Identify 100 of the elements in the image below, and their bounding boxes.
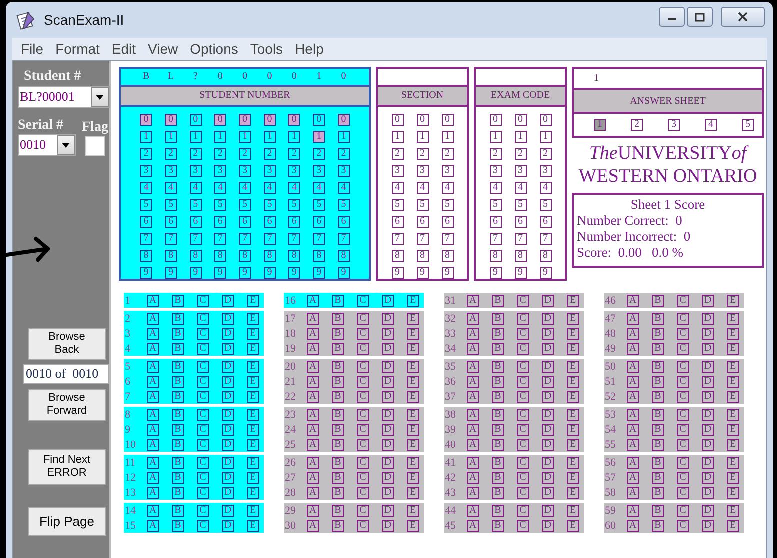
choice-bubble[interactable]: B (492, 520, 504, 532)
digit-bubble[interactable]: 0 (313, 114, 326, 126)
choice-bubble[interactable]: E (407, 312, 419, 324)
digit-bubble[interactable]: 6 (442, 216, 454, 228)
choice-bubble[interactable]: D (382, 424, 394, 436)
choice-bubble[interactable]: C (357, 342, 369, 354)
choice-bubble[interactable]: C (197, 456, 209, 468)
choice-bubble[interactable]: B (332, 472, 344, 484)
choice-bubble[interactable]: C (357, 376, 369, 388)
choice-bubble[interactable]: C (197, 342, 209, 354)
digit-bubble[interactable]: 5 (442, 199, 454, 211)
digit-bubble[interactable]: 0 (338, 114, 350, 126)
digit-bubble[interactable]: 7 (416, 233, 428, 245)
choice-bubble[interactable]: A (307, 390, 319, 402)
choice-bubble[interactable]: C (677, 504, 689, 516)
choice-bubble[interactable]: B (172, 376, 184, 388)
choice-bubble[interactable]: D (382, 376, 394, 388)
choice-bubble[interactable]: D (542, 360, 554, 372)
digit-bubble[interactable]: 7 (214, 233, 226, 245)
choice-bubble[interactable]: D (382, 312, 394, 324)
choice-bubble[interactable]: E (567, 456, 579, 468)
digit-bubble[interactable]: 8 (288, 250, 300, 262)
choice-bubble[interactable]: D (702, 312, 714, 324)
choice-bubble[interactable]: E (407, 486, 419, 498)
choice-bubble[interactable]: B (652, 328, 664, 340)
digit-bubble[interactable]: 0 (214, 114, 226, 126)
digit-bubble[interactable]: 2 (264, 148, 276, 160)
choice-bubble[interactable]: C (517, 438, 529, 450)
choice-bubble[interactable]: C (677, 472, 689, 484)
choice-bubble[interactable]: B (492, 504, 504, 516)
choice-bubble[interactable]: A (147, 294, 159, 306)
choice-bubble[interactable]: E (407, 504, 419, 516)
choice-bubble[interactable]: E (247, 438, 259, 450)
digit-bubble[interactable]: 3 (416, 165, 428, 177)
choice-bubble[interactable]: B (332, 486, 344, 498)
choice-bubble[interactable]: E (567, 472, 579, 484)
menu-item[interactable]: Format (50, 41, 106, 57)
digit-bubble[interactable]: 4 (490, 182, 502, 194)
digit-bubble[interactable]: 4 (190, 182, 202, 194)
choice-bubble[interactable]: B (652, 376, 664, 388)
choice-bubble[interactable]: E (407, 390, 419, 402)
digit-bubble[interactable]: 4 (392, 182, 404, 194)
digit-bubble[interactable]: 8 (140, 250, 152, 262)
choice-bubble[interactable]: E (247, 342, 259, 354)
choice-bubble[interactable]: A (627, 312, 639, 324)
digit-bubble[interactable]: 1 (239, 131, 251, 143)
choice-bubble[interactable]: B (492, 424, 504, 436)
choice-bubble[interactable]: C (197, 472, 209, 484)
digit-bubble[interactable]: 0 (490, 114, 502, 126)
choice-bubble[interactable]: B (652, 342, 664, 354)
choice-bubble[interactable]: E (727, 504, 739, 516)
digit-bubble[interactable]: 0 (442, 114, 454, 126)
choice-bubble[interactable]: C (197, 438, 209, 450)
digit-bubble[interactable]: 2 (288, 148, 300, 160)
choice-bubble[interactable]: E (247, 456, 259, 468)
choice-bubble[interactable]: D (542, 328, 554, 340)
digit-bubble[interactable]: 1 (190, 131, 202, 143)
choice-bubble[interactable]: A (147, 486, 159, 498)
choice-bubble[interactable]: B (492, 294, 504, 306)
choice-bubble[interactable]: D (222, 312, 234, 324)
digit-bubble[interactable]: 2 (140, 148, 152, 160)
choice-bubble[interactable]: B (652, 504, 664, 516)
choice-bubble[interactable]: E (247, 312, 259, 324)
sheet-bubble[interactable]: 3 (668, 119, 680, 131)
digit-bubble[interactable]: 8 (442, 250, 454, 262)
digit-bubble[interactable]: 7 (392, 233, 404, 245)
choice-bubble[interactable]: A (147, 342, 159, 354)
digit-bubble[interactable]: 6 (490, 216, 502, 228)
choice-bubble[interactable]: D (222, 342, 234, 354)
choice-bubble[interactable]: B (172, 312, 184, 324)
digit-bubble[interactable]: 3 (490, 165, 502, 177)
choice-bubble[interactable]: E (407, 294, 419, 306)
choice-bubble[interactable]: B (332, 376, 344, 388)
digit-bubble[interactable]: 7 (442, 233, 454, 245)
dropdown-button[interactable] (91, 87, 109, 107)
choice-bubble[interactable]: A (147, 504, 159, 516)
choice-bubble[interactable]: D (702, 328, 714, 340)
choice-bubble[interactable]: E (247, 486, 259, 498)
choice-bubble[interactable]: B (332, 408, 344, 420)
digit-bubble[interactable]: 3 (442, 165, 454, 177)
digit-bubble[interactable]: 9 (313, 267, 326, 279)
digit-bubble[interactable]: 6 (239, 216, 251, 228)
choice-bubble[interactable]: A (467, 294, 479, 306)
choice-bubble[interactable]: A (307, 360, 319, 372)
digit-bubble[interactable]: 1 (288, 131, 300, 143)
choice-bubble[interactable]: D (222, 294, 234, 306)
choice-bubble[interactable]: E (247, 360, 259, 372)
choice-bubble[interactable]: D (222, 328, 234, 340)
digit-bubble[interactable]: 7 (313, 233, 326, 245)
choice-bubble[interactable]: A (627, 294, 639, 306)
digit-bubble[interactable]: 5 (264, 199, 276, 211)
choice-bubble[interactable]: E (567, 424, 579, 436)
menu-item[interactable]: Help (289, 41, 330, 57)
choice-bubble[interactable]: A (627, 472, 639, 484)
choice-bubble[interactable]: B (332, 328, 344, 340)
choice-bubble[interactable]: C (517, 390, 529, 402)
choice-bubble[interactable]: E (727, 376, 739, 388)
choice-bubble[interactable]: B (172, 520, 184, 532)
choice-bubble[interactable]: C (357, 486, 369, 498)
digit-bubble[interactable]: 8 (392, 250, 404, 262)
